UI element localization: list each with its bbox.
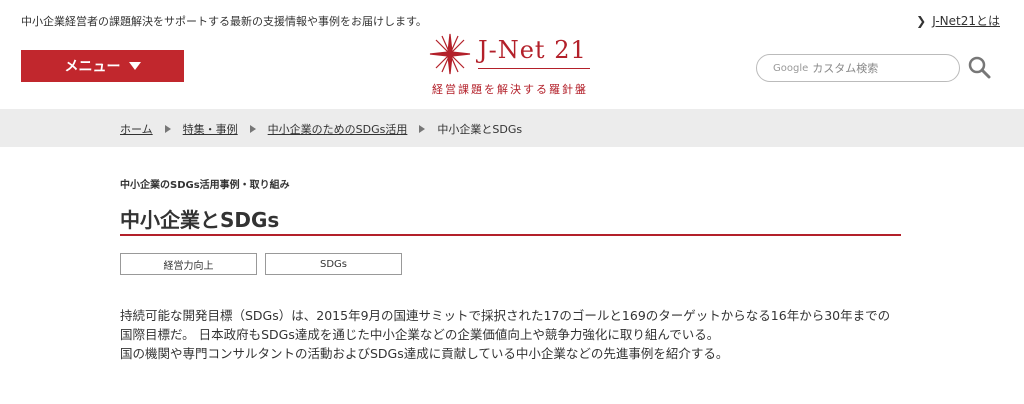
compass-star-icon	[429, 33, 471, 75]
article-category: 中小企業のSDGs活用事例・取り組み	[120, 180, 290, 191]
search-input[interactable]: Google カスタム検索	[756, 54, 960, 82]
article-body: 持続可能な開発目標（SDGs）は、2015年9月の国連サミットで採択された17の…	[120, 306, 910, 363]
search-placeholder: カスタム検索	[812, 62, 879, 75]
tag-sdgs[interactable]: SDGs	[265, 253, 402, 275]
body-line: 国の機関や専門コンサルタントの活動およびSDGs達成に貢献している中小企業などの…	[120, 346, 729, 361]
caret-down-icon	[128, 62, 141, 70]
logo-underline	[478, 68, 590, 69]
breadcrumb-sdgs-use[interactable]: 中小企業のためのSDGs活用	[268, 121, 408, 137]
tagline: 中小企業経営者の課題解決をサポートする最新の支援情報や事例をお届けします。	[21, 15, 427, 28]
breadcrumb-separator-icon	[164, 125, 171, 133]
body-line: 持続可能な開発目標（SDGs）は、2015年9月の国連サミットで採択された17の…	[120, 308, 891, 323]
body-line: 国際目標だ。 日本政府もSDGs達成を通じた中小企業などの企業価値向上や競争力強…	[120, 327, 720, 342]
about-link-label: J-Net21とは	[932, 14, 1000, 28]
breadcrumb-home[interactable]: ホーム	[120, 121, 153, 137]
breadcrumb-separator-icon	[419, 125, 426, 133]
menu-button-label: メニュー	[64, 59, 121, 75]
chevron-right-icon: ❯	[916, 13, 927, 28]
search-brand: Google	[773, 62, 809, 74]
breadcrumb-current: 中小企業とSDGs	[437, 123, 523, 136]
logo-text: J-Net 21	[478, 36, 587, 64]
breadcrumb: ホーム 特集・事例 中小企業のためのSDGs活用 中小企業とSDGs	[120, 121, 522, 137]
tag-management[interactable]: 経営力向上	[120, 253, 257, 275]
page-title: 中小企業とSDGs	[120, 208, 280, 232]
breadcrumb-separator-icon	[249, 125, 256, 133]
breadcrumb-bar: ホーム 特集・事例 中小企業のためのSDGs活用 中小企業とSDGs	[0, 109, 1024, 147]
about-link[interactable]: ❯ J-Net21とは	[916, 12, 1000, 29]
site-logo[interactable]: J-Net 21 経営課題を解決する羅針盤	[428, 32, 608, 96]
title-divider	[120, 234, 901, 236]
search-icon[interactable]	[967, 55, 991, 79]
menu-button[interactable]: メニュー	[21, 50, 184, 82]
breadcrumb-features[interactable]: 特集・事例	[183, 121, 238, 137]
logo-subtitle: 経営課題を解決する羅針盤	[432, 83, 588, 96]
